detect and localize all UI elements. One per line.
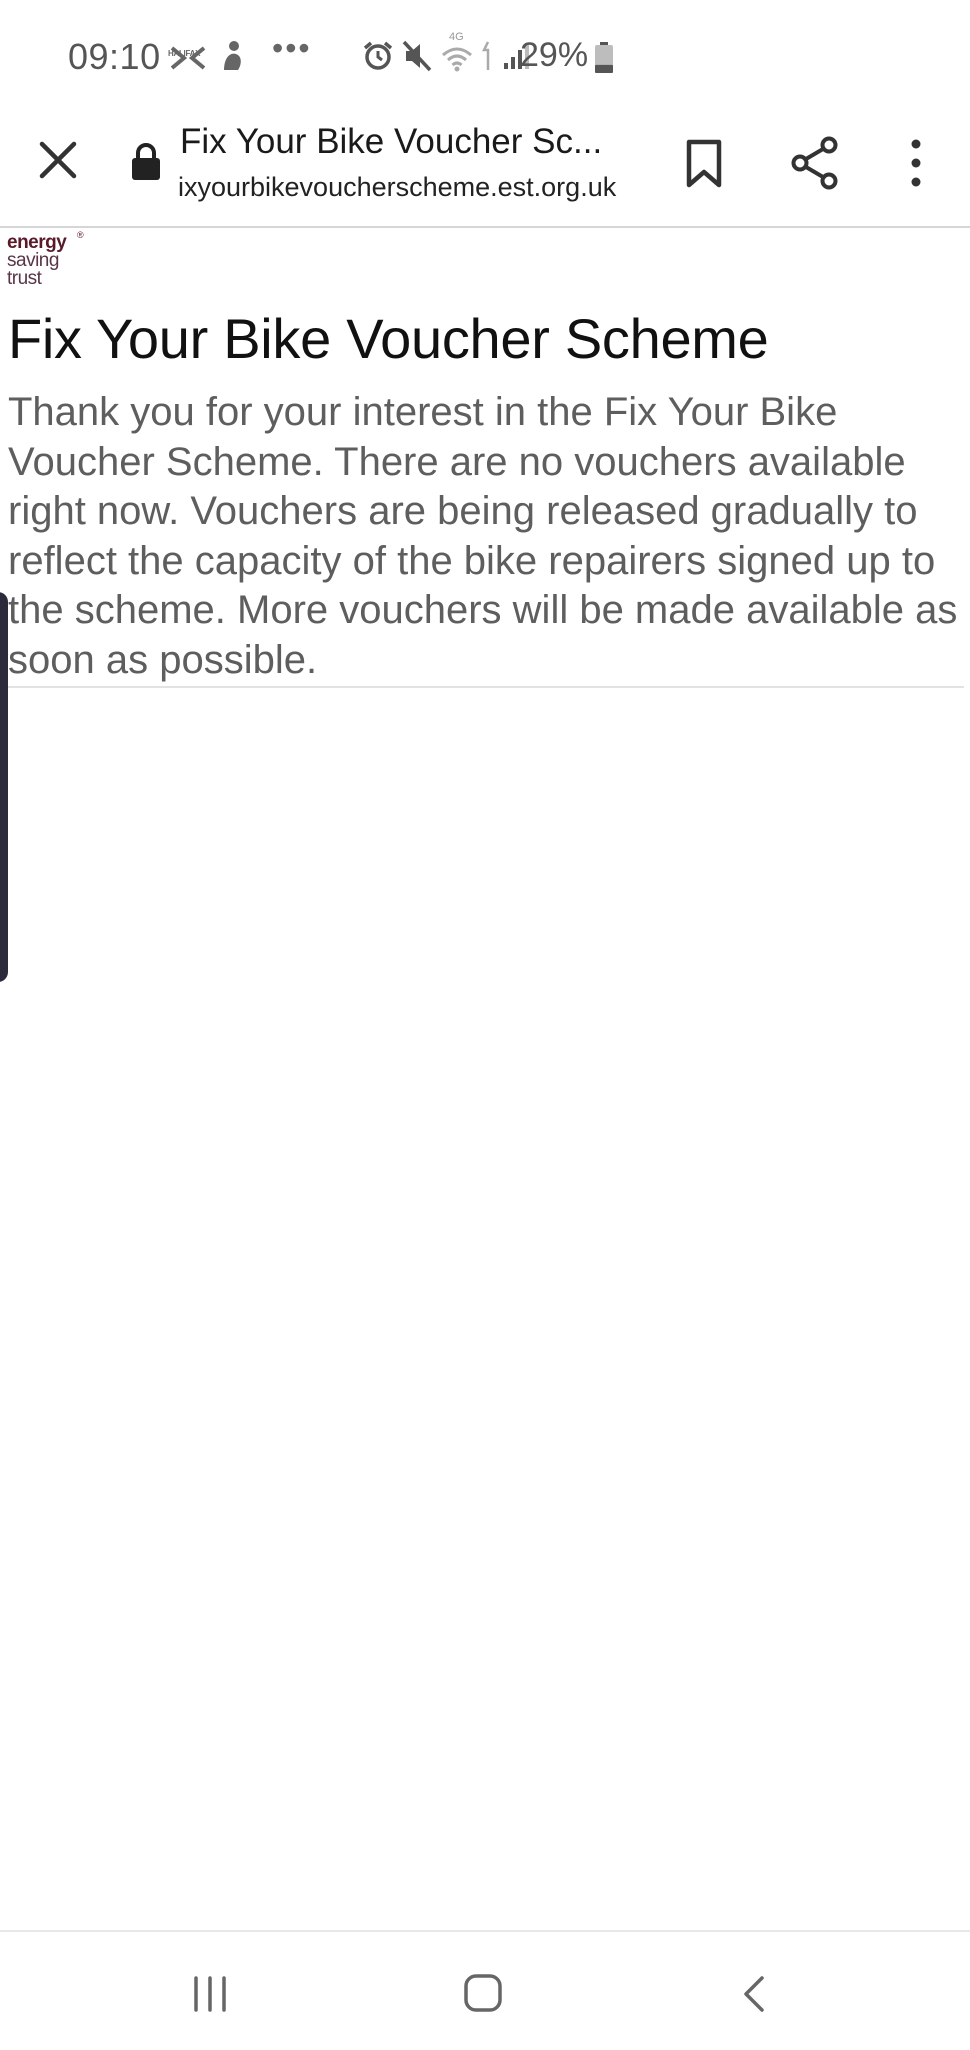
system-navigation-bar — [0, 1930, 970, 2050]
logo-line-trust: trust — [7, 268, 42, 289]
status-icons: 4G — [362, 31, 540, 78]
voucher-unavailable-message: Thank you for your interest in the Fix Y… — [8, 390, 958, 682]
page-heading: Fix Your Bike Voucher Scheme — [8, 307, 769, 370]
alarm-icon — [362, 40, 402, 77]
bookmark-icon[interactable] — [682, 138, 726, 190]
custom-tab-toolbar: Fix Your Bike Voucher Sc... ixyourbikevo… — [0, 110, 970, 228]
battery-icon — [594, 42, 614, 79]
halifax-app-icon: HALIFAX — [168, 44, 208, 72]
status-bar: 09:10 HALIFAX ••• 4G 29% — [0, 0, 970, 110]
halifax-label: HALIFAX — [168, 49, 201, 58]
notification-overflow: ••• — [272, 30, 312, 66]
wifi-icon: 4G — [440, 31, 482, 78]
more-icon[interactable] — [904, 136, 928, 190]
logo-registered-mark: ® — [77, 230, 84, 240]
content-divider — [8, 686, 964, 688]
network-label: 4G — [449, 30, 464, 43]
page-tab-title: Fix Your Bike Voucher Sc... — [180, 122, 603, 161]
home-icon[interactable] — [462, 1972, 504, 2014]
data-arrows-icon — [481, 40, 502, 77]
mute-icon — [402, 40, 440, 77]
status-time: 09:10 — [68, 36, 161, 77]
figure-icon — [218, 40, 246, 72]
close-icon[interactable] — [34, 136, 82, 184]
share-icon[interactable] — [790, 136, 840, 190]
lock-icon — [130, 142, 162, 182]
battery-percent: 29% — [520, 36, 589, 74]
back-icon[interactable] — [740, 1972, 768, 2016]
energy-saving-trust-logo[interactable]: energy ® saving trust — [7, 230, 97, 293]
page-url[interactable]: ixyourbikevoucherscheme.est.org.uk — [178, 172, 638, 203]
edge-panel-handle[interactable] — [0, 592, 8, 982]
recents-icon[interactable] — [190, 1974, 230, 2014]
